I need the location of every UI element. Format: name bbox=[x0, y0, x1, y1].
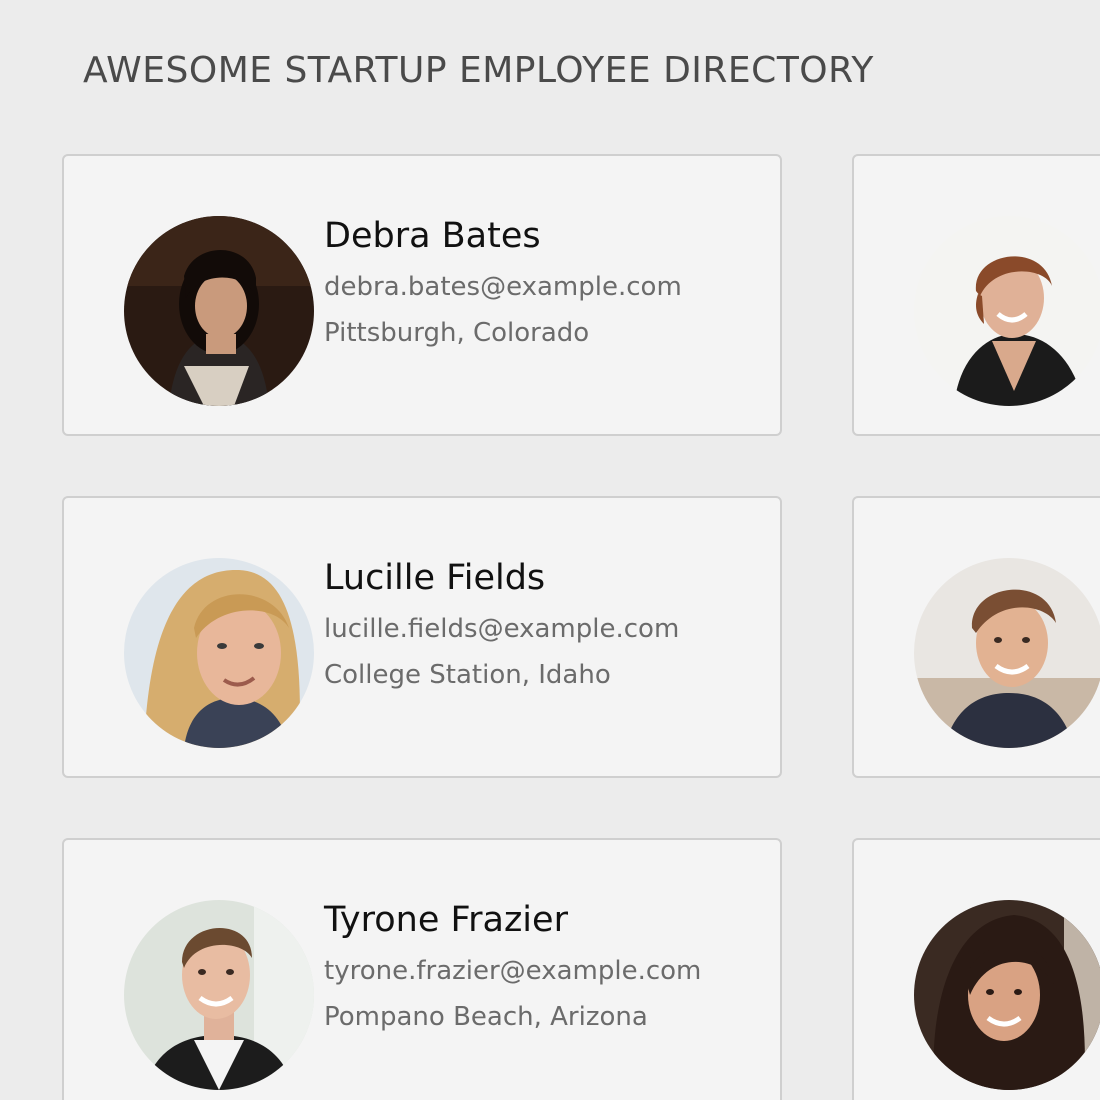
avatar bbox=[124, 216, 314, 406]
directory-page: AWESOME STARTUP EMPLOYEE DIRECTORY Debra… bbox=[0, 0, 1100, 1100]
employee-email: tyrone.frazier@example.com bbox=[324, 956, 702, 986]
employee-name: Debra Bates bbox=[324, 216, 541, 256]
employee-info: Lucille Fields lucille.fields@example.co… bbox=[324, 556, 679, 698]
employee-card[interactable] bbox=[852, 838, 1100, 1100]
employee-name: Tyrone Frazier bbox=[324, 900, 568, 940]
avatar bbox=[914, 216, 1100, 406]
employee-info: Tyrone Frazier tyrone.frazier@example.co… bbox=[324, 898, 701, 1040]
page-title: AWESOME STARTUP EMPLOYEE DIRECTORY bbox=[83, 50, 874, 91]
employee-email: debra.bates@example.com bbox=[324, 272, 682, 302]
employee-card[interactable] bbox=[852, 496, 1100, 778]
avatar bbox=[914, 558, 1100, 748]
employee-email: lucille.fields@example.com bbox=[324, 614, 680, 644]
employee-location: Pompano Beach, Arizona bbox=[324, 1002, 648, 1032]
employee-card[interactable]: Tyrone Frazier tyrone.frazier@example.co… bbox=[62, 838, 782, 1100]
employee-card[interactable]: Debra Bates debra.bates@example.com Pitt… bbox=[62, 154, 782, 436]
avatar bbox=[124, 558, 314, 748]
employee-location: College Station, Idaho bbox=[324, 660, 611, 690]
employee-location: Pittsburgh, Colorado bbox=[324, 318, 590, 348]
employee-name: Lucille Fields bbox=[324, 558, 546, 598]
avatar bbox=[914, 900, 1100, 1090]
employee-card[interactable] bbox=[852, 154, 1100, 436]
avatar bbox=[124, 900, 314, 1090]
employee-card[interactable]: Lucille Fields lucille.fields@example.co… bbox=[62, 496, 782, 778]
employee-info: Debra Bates debra.bates@example.com Pitt… bbox=[324, 214, 682, 356]
